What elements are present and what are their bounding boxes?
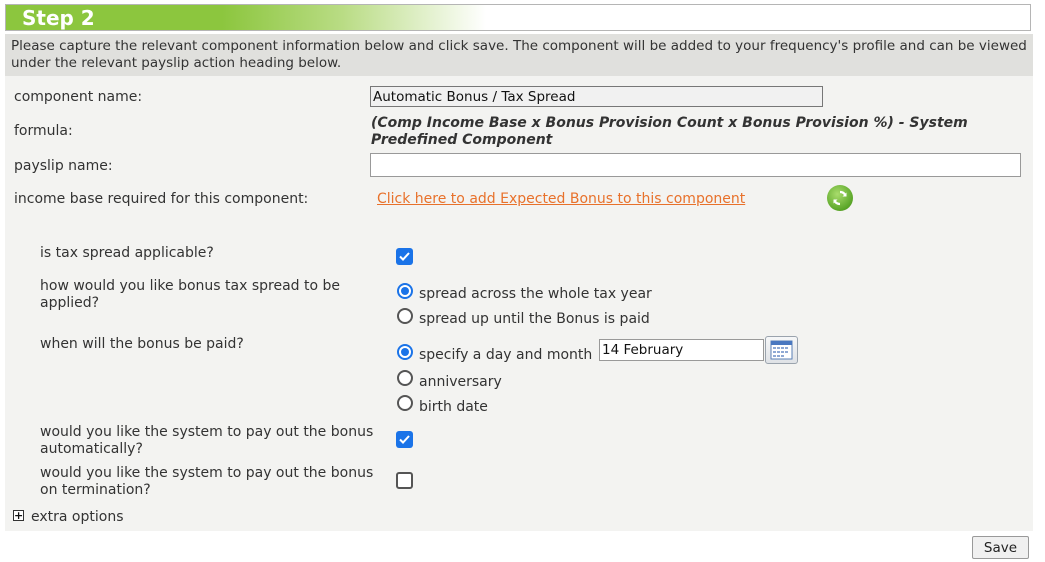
step-title: Step 2 — [22, 6, 95, 30]
refresh-icon[interactable] — [827, 185, 853, 211]
tax-spread-applicable-label: is tax spread applicable? — [40, 245, 214, 261]
radio-birth-date[interactable] — [397, 395, 413, 411]
radio-spread-whole-year[interactable] — [397, 283, 413, 299]
component-form: Please capture the relevant component in… — [5, 34, 1033, 531]
radio-spread-whole-year-label: spread across the whole tax year — [419, 286, 652, 302]
add-expected-bonus-link[interactable]: Click here to add Expected Bonus to this… — [377, 191, 745, 207]
calendar-icon — [770, 340, 793, 360]
payslip-name-label: payslip name: — [14, 158, 113, 174]
component-name-label: component name: — [14, 89, 143, 105]
checkmark-icon — [399, 435, 410, 444]
radio-spread-until-paid[interactable] — [397, 308, 413, 324]
radio-anniversary-label: anniversary — [419, 374, 502, 390]
auto-pay-checkbox[interactable] — [396, 431, 413, 448]
radio-anniversary[interactable] — [397, 370, 413, 386]
radio-birth-date-label: birth date — [419, 399, 488, 415]
extra-options-toggle[interactable]: extra options — [31, 509, 124, 526]
termination-pay-checkbox[interactable] — [396, 472, 413, 489]
save-button[interactable]: Save — [972, 536, 1029, 559]
intro-text: Please capture the relevant component in… — [5, 34, 1033, 76]
income-base-label: income base required for this component: — [14, 191, 309, 207]
checkmark-icon — [399, 252, 410, 261]
how-applied-label: how would you like bonus tax spread to b… — [40, 278, 340, 311]
step-header: Step 2 — [5, 4, 1031, 31]
payslip-name-input[interactable] — [370, 153, 1021, 177]
radio-spread-until-paid-label: spread up until the Bonus is paid — [419, 311, 650, 327]
tax-spread-applicable-checkbox[interactable] — [396, 248, 413, 265]
formula-value: (Comp Income Base x Bonus Provision Coun… — [371, 115, 968, 148]
bonus-date-input[interactable] — [599, 339, 764, 361]
calendar-button[interactable] — [765, 336, 798, 364]
radio-specify-day-month[interactable] — [397, 344, 413, 360]
when-paid-label: when will the bonus be paid? — [40, 336, 244, 352]
auto-pay-label: would you like the system to pay out the… — [40, 424, 374, 457]
formula-label: formula: — [14, 123, 73, 139]
plus-icon[interactable]: + — [13, 510, 24, 521]
component-name-input[interactable] — [370, 86, 823, 107]
termination-pay-label: would you like the system to pay out the… — [40, 465, 374, 498]
radio-specify-day-month-label: specify a day and month — [419, 347, 593, 363]
